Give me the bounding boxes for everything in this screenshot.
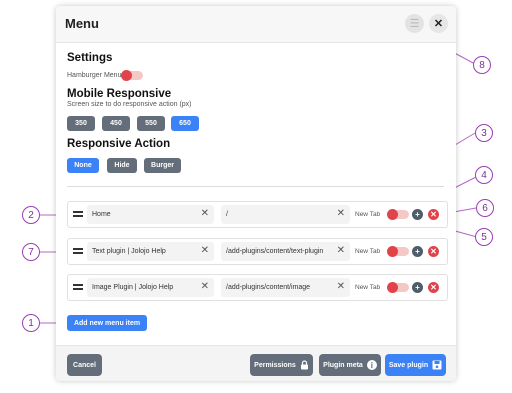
- drag-handle-icon[interactable]: [73, 284, 83, 290]
- item-title-value: Text plugin | Jolojo Help: [92, 248, 166, 255]
- callout-5: 5: [475, 228, 493, 246]
- new-tab-label: New Tab: [355, 248, 381, 255]
- new-tab-toggle[interactable]: [387, 209, 409, 220]
- dialog-footer: Cancel Permissions Plugin meta i Save pl…: [56, 345, 456, 381]
- menu-dialog: Menu ☰ ✕ Settings Hamburger Menu Mobile …: [56, 6, 456, 381]
- callout-3: 3: [475, 124, 493, 142]
- clear-icon[interactable]: ✕: [337, 281, 345, 292]
- add-subitem-button[interactable]: +: [412, 246, 423, 257]
- item-title-value: Image Plugin | Jolojo Help: [92, 284, 174, 291]
- menu-item-row: Home ✕ / ✕ New Tab + ✕: [67, 201, 448, 228]
- lock-icon: [300, 360, 308, 370]
- callout-8: 8: [473, 56, 491, 74]
- size-450-button[interactable]: 450: [102, 116, 130, 131]
- drag-handle-icon[interactable]: [73, 211, 83, 217]
- plus-icon: +: [415, 283, 420, 292]
- info-icon: i: [366, 360, 377, 370]
- add-menu-item-button[interactable]: Add new menu item: [67, 315, 147, 331]
- plus-icon: +: [415, 210, 420, 219]
- cancel-button[interactable]: Cancel: [67, 354, 102, 376]
- new-tab-label: New Tab: [355, 284, 381, 291]
- clear-icon[interactable]: ✕: [201, 281, 209, 292]
- item-title-field[interactable]: Text plugin | Jolojo Help ✕: [87, 242, 214, 261]
- dialog-header: Menu ☰ ✕: [56, 6, 456, 43]
- close-icon: ✕: [433, 18, 444, 30]
- new-tab-toggle[interactable]: [387, 246, 409, 257]
- callout-2: 2: [22, 206, 40, 224]
- item-title-field[interactable]: Image Plugin | Jolojo Help ✕: [87, 278, 214, 297]
- cancel-label: Cancel: [73, 361, 96, 369]
- size-650-button[interactable]: 650: [171, 116, 199, 131]
- close-icon: ✕: [430, 247, 437, 256]
- section-divider: [67, 186, 444, 187]
- save-plugin-label: Save plugin: [388, 361, 429, 369]
- callout-6: 6: [476, 199, 494, 217]
- add-subitem-button[interactable]: +: [412, 282, 423, 293]
- action-burger-button[interactable]: Burger: [144, 158, 181, 173]
- save-icon: [432, 360, 442, 370]
- dialog-title: Menu: [65, 16, 99, 31]
- menu-item-row: Text plugin | Jolojo Help ✕ /add-plugins…: [67, 238, 448, 265]
- item-title-value: Home: [92, 211, 111, 218]
- hamburger-menu-label: Hamburger Menu: [67, 72, 122, 79]
- clear-icon[interactable]: ✕: [201, 245, 209, 256]
- responsive-action-heading: Responsive Action: [67, 138, 171, 150]
- plugin-meta-label: Plugin meta: [323, 361, 363, 369]
- callout-7: 7: [22, 243, 40, 261]
- new-tab-toggle[interactable]: [387, 282, 409, 293]
- settings-heading: Settings: [67, 52, 113, 64]
- clear-icon[interactable]: ✕: [201, 208, 209, 219]
- item-url-value: /add-plugins/content/text-plugin: [226, 248, 324, 255]
- hamburger-preview-button[interactable]: ☰: [405, 14, 424, 33]
- hamburger-icon: ☰: [409, 18, 420, 30]
- close-icon: ✕: [430, 283, 437, 292]
- item-url-value: /add-plugins/content/image: [226, 284, 311, 291]
- size-550-button[interactable]: 550: [137, 116, 165, 131]
- item-url-field[interactable]: / ✕: [221, 205, 350, 224]
- item-url-field[interactable]: /add-plugins/content/text-plugin ✕: [221, 242, 350, 261]
- item-title-field[interactable]: Home ✕: [87, 205, 214, 224]
- mobile-responsive-hint: Screen size to do responsive action (px): [67, 101, 192, 108]
- plugin-meta-button[interactable]: Plugin meta i: [319, 354, 381, 376]
- new-tab-label: New Tab: [355, 211, 381, 218]
- callout-4: 4: [475, 166, 493, 184]
- callout-1: 1: [22, 314, 40, 332]
- plus-icon: +: [415, 247, 420, 256]
- mobile-responsive-heading: Mobile Responsive: [67, 88, 172, 100]
- permissions-button[interactable]: Permissions: [250, 354, 313, 376]
- action-none-button[interactable]: None: [67, 158, 99, 173]
- drag-handle-icon[interactable]: [73, 248, 83, 254]
- size-350-button[interactable]: 350: [67, 116, 95, 131]
- delete-item-button[interactable]: ✕: [428, 282, 439, 293]
- delete-item-button[interactable]: ✕: [428, 209, 439, 220]
- item-url-value: /: [226, 211, 228, 218]
- add-subitem-button[interactable]: +: [412, 209, 423, 220]
- clear-icon[interactable]: ✕: [337, 245, 345, 256]
- clear-icon[interactable]: ✕: [337, 208, 345, 219]
- close-icon: ✕: [430, 210, 437, 219]
- item-url-field[interactable]: /add-plugins/content/image ✕: [221, 278, 350, 297]
- delete-item-button[interactable]: ✕: [428, 246, 439, 257]
- permissions-label: Permissions: [254, 361, 296, 369]
- hamburger-menu-toggle[interactable]: [121, 70, 143, 81]
- menu-item-row: Image Plugin | Jolojo Help ✕ /add-plugin…: [67, 274, 448, 301]
- action-hide-button[interactable]: Hide: [107, 158, 137, 173]
- close-button[interactable]: ✕: [429, 14, 448, 33]
- save-plugin-button[interactable]: Save plugin: [385, 354, 446, 376]
